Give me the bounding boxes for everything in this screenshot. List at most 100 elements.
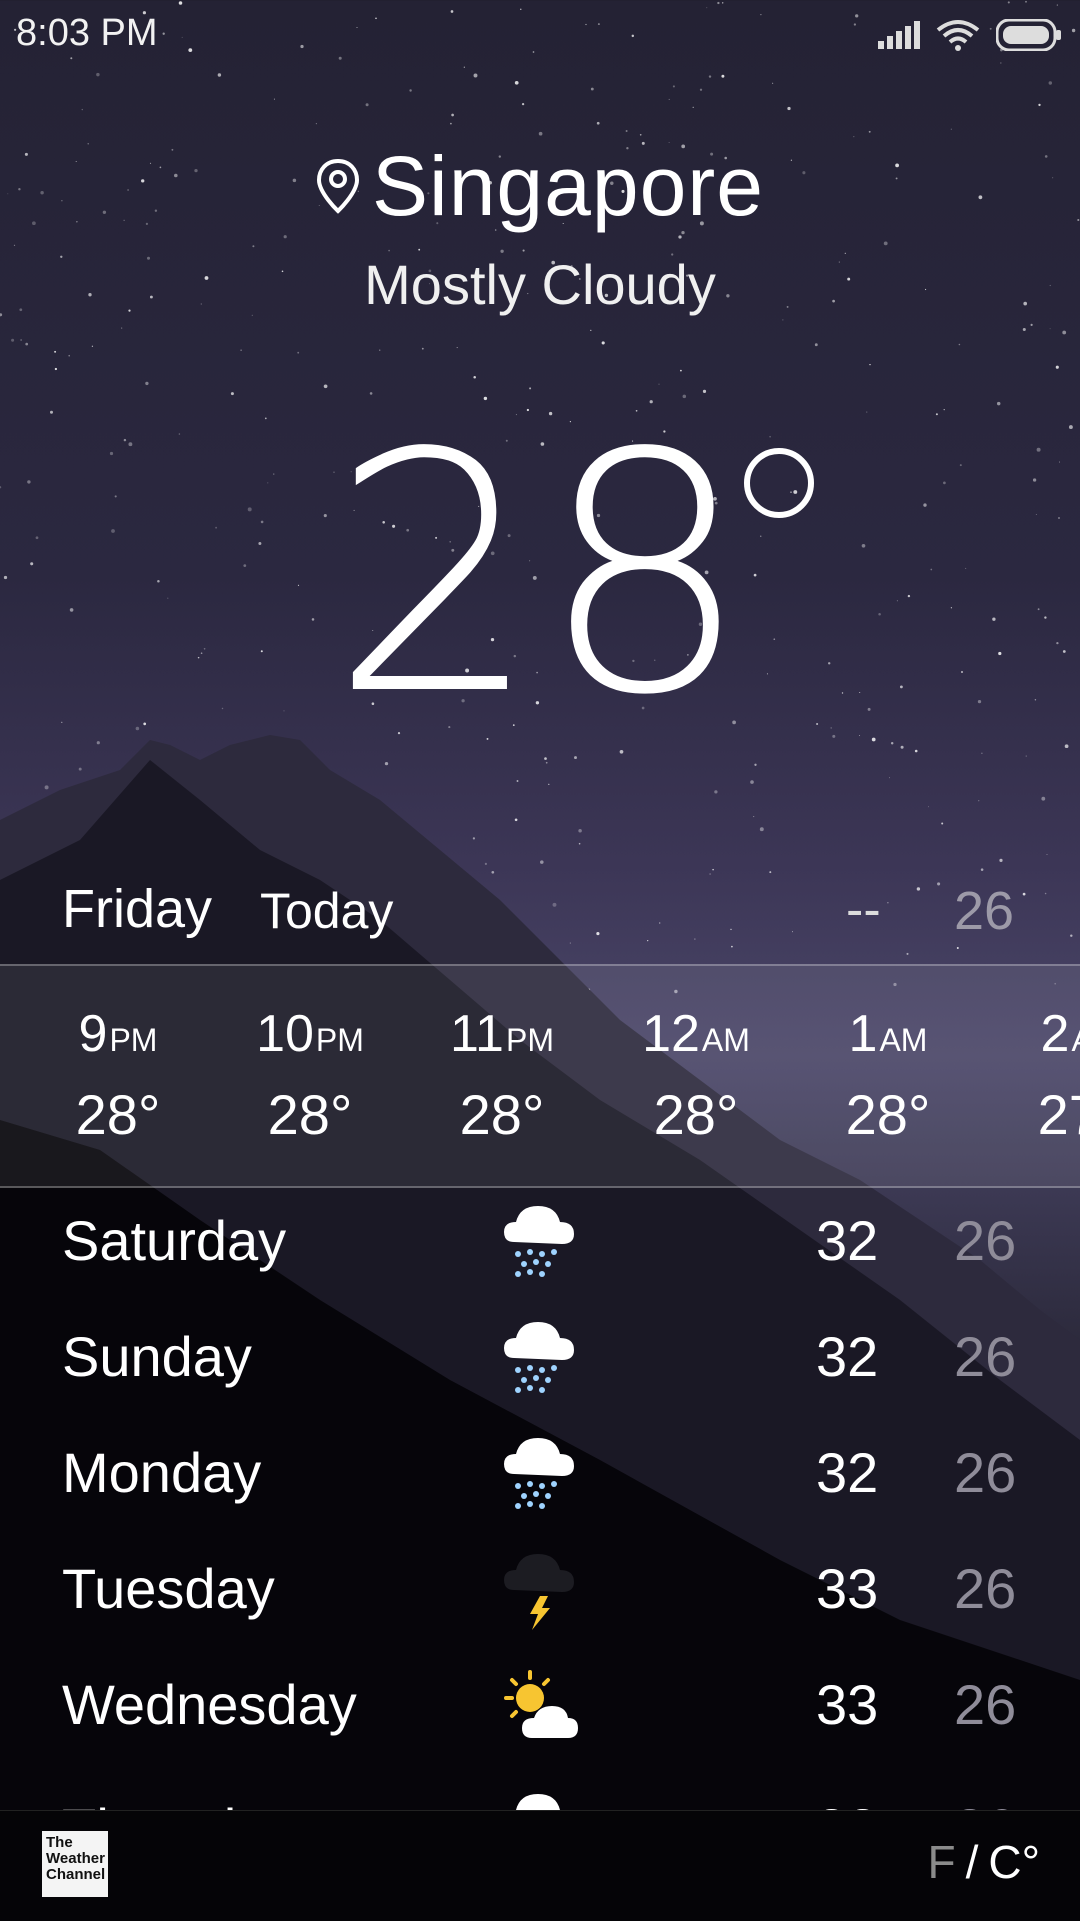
hour-time: 9PM: [78, 1005, 158, 1063]
hour-time: 12AM: [642, 1005, 750, 1063]
day-high: 32: [816, 1209, 879, 1272]
hour-temp: 28°: [459, 1083, 545, 1146]
star: [668, 98, 670, 100]
star: [68, 354, 70, 357]
hour-temp: 28°: [267, 1083, 353, 1146]
day-low: 26: [954, 1673, 1017, 1736]
star: [1025, 755, 1027, 757]
star: [996, 401, 1001, 406]
daily-row: Sunday 32 26: [0, 1306, 1080, 1416]
unit-fahrenheit[interactable]: F: [927, 1836, 955, 1888]
star: [44, 785, 49, 790]
hour-time: 1AM: [848, 1005, 928, 1063]
unit-celsius[interactable]: C°: [988, 1836, 1040, 1888]
star: [596, 121, 600, 125]
star: [96, 741, 100, 745]
location-header[interactable]: Singapore: [0, 138, 1080, 235]
star: [981, 752, 983, 754]
star: [121, 327, 123, 329]
star: [514, 80, 519, 85]
hour-item: 10PM 28°: [220, 1004, 400, 1147]
star: [869, 363, 871, 366]
hourly-forecast-strip[interactable]: 9PM 28° 10PM 28° 11PM 28° 12AM 28° 1AM 2…: [0, 964, 1080, 1188]
star: [958, 343, 961, 346]
star: [1064, 744, 1069, 749]
hour-temp: 28°: [845, 1083, 931, 1146]
today-row: Friday Today -- 26: [0, 870, 1080, 950]
star: [678, 235, 682, 239]
daily-row: Tuesday 33 26: [0, 1538, 1080, 1648]
hour-time: 2AM: [1040, 1005, 1080, 1063]
star: [538, 131, 543, 136]
daily-row: Monday 32 26: [0, 1422, 1080, 1532]
hour-temp: 27°: [1037, 1083, 1080, 1146]
star: [941, 822, 944, 825]
today-high: --: [846, 881, 881, 939]
status-time: 8:03 PM: [16, 12, 158, 54]
star: [978, 800, 980, 802]
star: [782, 319, 784, 321]
star: [680, 369, 682, 372]
day-high: 32: [816, 1441, 879, 1504]
star: [13, 244, 16, 246]
star: [883, 241, 888, 246]
star: [323, 384, 328, 389]
hour-temp: 28°: [75, 1083, 161, 1146]
star: [889, 777, 890, 779]
signal-icon: [878, 21, 920, 49]
star: [78, 767, 82, 771]
star: [379, 349, 381, 351]
star: [54, 350, 57, 353]
star: [814, 343, 818, 347]
star: [145, 381, 149, 386]
star: [540, 860, 544, 864]
rain-icon: [504, 1322, 574, 1393]
star: [25, 342, 29, 346]
star: [590, 87, 594, 91]
day-low: 26: [954, 1325, 1017, 1388]
star: [1041, 796, 1046, 801]
day-name: Saturday: [62, 1209, 287, 1272]
star: [950, 128, 952, 130]
star: [750, 780, 754, 784]
star: [1030, 323, 1033, 326]
rain-icon: [504, 1206, 574, 1277]
star: [708, 75, 712, 78]
star: [521, 102, 525, 106]
hour-temp: 28°: [653, 1083, 739, 1146]
star: [473, 375, 476, 379]
star: [1055, 365, 1059, 369]
star: [1038, 103, 1041, 107]
star: [625, 130, 628, 132]
star: [699, 88, 703, 91]
today-label: Today: [260, 883, 394, 939]
daily-row: Wednesday 33 26: [0, 1654, 1080, 1764]
star: [456, 347, 458, 349]
degree-symbol: [744, 448, 814, 518]
day-low: 26: [954, 1441, 1017, 1504]
day-name: Wednesday: [62, 1673, 357, 1736]
day-low: 26: [954, 1209, 1017, 1272]
battery-icon: [996, 19, 1061, 51]
star: [230, 392, 234, 396]
star: [721, 74, 725, 78]
star: [484, 862, 488, 866]
daily-row: Saturday 32 26: [0, 1190, 1080, 1300]
hour-item: 12AM 28°: [606, 1004, 786, 1147]
unit-toggle[interactable]: F / C°: [927, 1835, 1040, 1889]
cloud-icon: [516, 1794, 560, 1810]
star: [900, 745, 904, 749]
star: [240, 349, 242, 351]
thunderstorm-icon: [504, 1554, 574, 1630]
hour-item: 2AM 27°: [990, 1004, 1080, 1147]
weather-condition: Mostly Cloudy: [364, 253, 716, 316]
day-name: Monday: [62, 1441, 262, 1504]
weather-channel-logo[interactable]: The Weather Channel: [42, 1831, 108, 1897]
star: [1049, 328, 1051, 330]
day-name: Thursday: [62, 1796, 295, 1810]
today-low: 26: [954, 881, 1015, 941]
day-low: 26: [954, 1796, 1016, 1810]
star: [672, 85, 675, 88]
star: [315, 123, 317, 125]
star: [252, 245, 255, 248]
